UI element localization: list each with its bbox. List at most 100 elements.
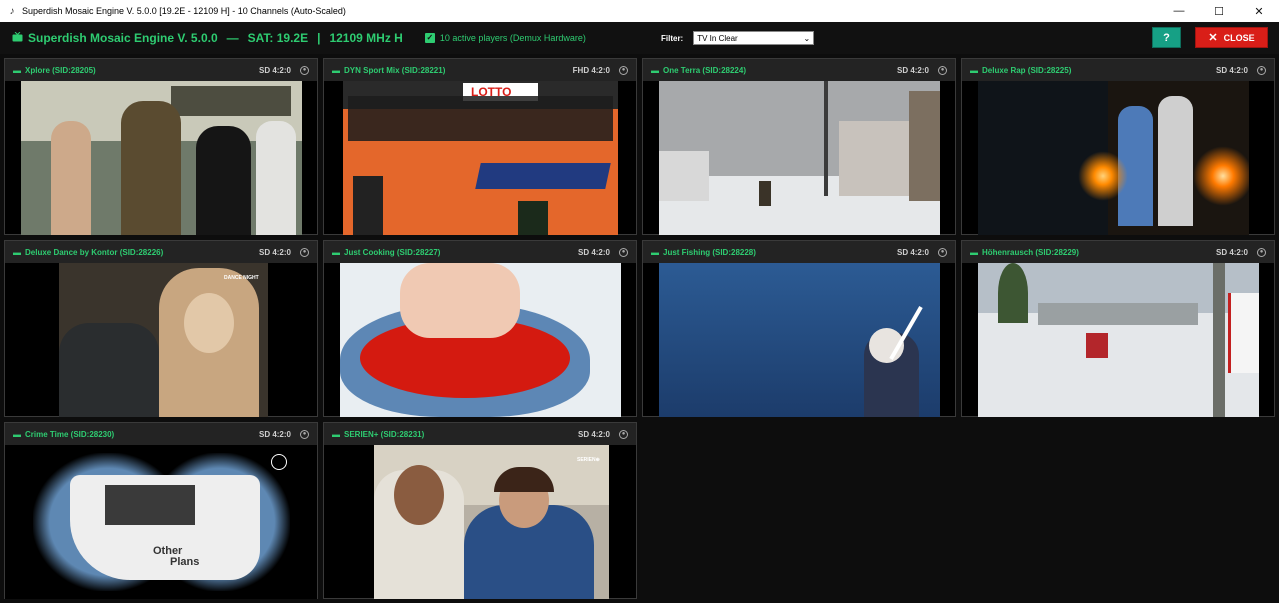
tile-header: ▬ Just Fishing (SID:28228) SD 4:2:0 ● [643, 241, 955, 263]
record-icon[interactable]: ● [1257, 247, 1266, 257]
app-header: Superdish Mosaic Engine V. 5.0.0 — SAT: … [0, 22, 1279, 54]
tile-header: ▬ Deluxe Dance by Kontor (SID:28226) SD … [5, 241, 317, 263]
video-preview [978, 81, 1249, 235]
help-button[interactable]: ? [1152, 27, 1181, 48]
channel-name: Deluxe Rap (SID:28225) [982, 65, 1072, 75]
video-preview: LOTTO [343, 81, 618, 235]
frequency-label: 12109 MHz H [329, 31, 403, 45]
channel-name: SERIEN+ (SID:28231) [344, 429, 425, 439]
tv-icon: ▬ [970, 247, 978, 257]
channel-tile[interactable]: ▬ Crime Time (SID:28230) SD 4:2:0 ● Othe… [4, 422, 318, 599]
tv-icon: ▬ [332, 247, 340, 257]
tile-header: ▬ DYN Sport Mix (SID:28221) FHD 4:2:0 ● [324, 59, 636, 81]
video-preview [340, 263, 621, 417]
satellite-label: SAT: 19.2E [247, 31, 309, 45]
filter-label: Filter: [661, 33, 684, 43]
tile-header: ▬ Xplore (SID:28205) SD 4:2:0 ● [5, 59, 317, 81]
video-preview [659, 81, 940, 235]
channel-name: DYN Sport Mix (SID:28221) [344, 65, 446, 75]
tile-header: ▬ Crime Time (SID:28230) SD 4:2:0 ● [5, 423, 317, 445]
tv-icon [12, 31, 23, 45]
maximize-button[interactable]: ☐ [1199, 0, 1239, 22]
filter-value: TV In Clear [697, 33, 738, 43]
channel-tile[interactable]: ▬ One Terra (SID:28224) SD 4:2:0 ● [642, 58, 956, 235]
minimize-button[interactable]: — [1159, 0, 1199, 22]
video-format: SD 4:2:0 [1215, 65, 1248, 75]
app-icon: ♪ [9, 5, 15, 17]
tile-header: ▬ Deluxe Rap (SID:28225) SD 4:2:0 ● [962, 59, 1274, 81]
channel-tile[interactable]: ▬ Just Fishing (SID:28228) SD 4:2:0 ● [642, 240, 956, 417]
channel-tile[interactable]: ▬ Höhenrausch (SID:28229) SD 4:2:0 ● [961, 240, 1275, 417]
record-icon[interactable]: ● [619, 429, 628, 439]
channel-name: Crime Time (SID:28230) [25, 429, 115, 439]
record-icon[interactable]: ● [938, 247, 947, 257]
record-icon[interactable]: ● [300, 65, 309, 75]
app-title: Superdish Mosaic Engine V. 5.0.0 — SAT: … [12, 31, 403, 45]
filter-select[interactable]: TV In Clear ⌄ [693, 31, 815, 45]
video-preview: DANCE NIGHT [59, 263, 268, 417]
channel-logo: DANCE NIGHT [224, 275, 259, 281]
video-preview: Other Plans [5, 445, 317, 599]
channel-name: Deluxe Dance by Kontor (SID:28226) [25, 247, 164, 257]
app-name: Superdish Mosaic Engine V. 5.0.0 [28, 31, 218, 45]
video-format: SD 4:2:0 [577, 247, 610, 257]
channel-tile[interactable]: ▬ Xplore (SID:28205) SD 4:2:0 ● [4, 58, 318, 235]
video-format: SD 4:2:0 [258, 247, 291, 257]
record-icon[interactable]: ● [938, 65, 947, 75]
channel-tile[interactable]: ▬ SERIEN+ (SID:28231) SD 4:2:0 ● SERIEN⊕ [323, 422, 637, 599]
channel-name: One Terra (SID:28224) [663, 65, 746, 75]
video-preview [659, 263, 940, 417]
tile-header: ▬ Just Cooking (SID:28227) SD 4:2:0 ● [324, 241, 636, 263]
tv-icon: ▬ [651, 65, 659, 75]
video-format: SD 4:2:0 [258, 65, 291, 75]
header-separator: — [226, 31, 239, 45]
header-separator: | [317, 31, 321, 45]
close-button[interactable]: ✕ CLOSE [1195, 27, 1268, 48]
chevron-down-icon: ⌄ [803, 33, 811, 43]
help-label: ? [1163, 31, 1170, 44]
record-icon[interactable]: ● [300, 247, 309, 257]
tv-icon: ▬ [332, 429, 340, 439]
active-players-toggle[interactable]: ✓ 10 active players (Demux Hardware) [424, 33, 586, 43]
boat-name-line2: Plans [170, 556, 200, 568]
channel-name: Höhenrausch (SID:28229) [982, 247, 1079, 257]
channel-name: Just Fishing (SID:28228) [663, 247, 756, 257]
checkbox-checked-icon[interactable]: ✓ [424, 33, 435, 43]
close-label: CLOSE [1223, 32, 1255, 43]
filter-group: Filter: TV In Clear ⌄ [661, 31, 815, 45]
video-format: SD 4:2:0 [896, 65, 929, 75]
video-format: SD 4:2:0 [577, 429, 610, 439]
tv-icon: ▬ [13, 247, 21, 257]
tv-icon: ▬ [13, 429, 21, 439]
video-preview: SERIEN⊕ [374, 445, 609, 599]
video-format: SD 4:2:0 [258, 429, 291, 439]
channel-name: Just Cooking (SID:28227) [344, 247, 441, 257]
channel-logo: SERIEN⊕ [577, 457, 600, 463]
video-format: SD 4:2:0 [896, 247, 929, 257]
window-title: Superdish Mosaic Engine V. 5.0.0 [19.2E … [22, 6, 346, 16]
channel-name: Xplore (SID:28205) [25, 65, 96, 75]
channel-tile[interactable]: ▬ DYN Sport Mix (SID:28221) FHD 4:2:0 ● … [323, 58, 637, 235]
video-preview [978, 263, 1259, 417]
tile-header: ▬ One Terra (SID:28224) SD 4:2:0 ● [643, 59, 955, 81]
tv-icon: ▬ [651, 247, 659, 257]
video-format: FHD 4:2:0 [572, 65, 610, 75]
channel-tile[interactable]: ▬ Deluxe Rap (SID:28225) SD 4:2:0 ● [961, 58, 1275, 235]
tv-icon: ▬ [970, 65, 978, 75]
active-players-label: 10 active players (Demux Hardware) [439, 33, 586, 43]
record-icon[interactable]: ● [300, 429, 309, 439]
record-icon[interactable]: ● [619, 247, 628, 257]
tile-header: ▬ Höhenrausch (SID:28229) SD 4:2:0 ● [962, 241, 1274, 263]
channel-tile[interactable]: ▬ Just Cooking (SID:28227) SD 4:2:0 ● [323, 240, 637, 417]
window-titlebar: ♪ Superdish Mosaic Engine V. 5.0.0 [19.2… [0, 0, 1279, 22]
tile-header: ▬ SERIEN+ (SID:28231) SD 4:2:0 ● [324, 423, 636, 445]
close-icon: ✕ [1208, 32, 1218, 44]
tv-icon: ▬ [332, 65, 340, 75]
window-close-button[interactable]: ✕ [1239, 0, 1279, 22]
video-format: SD 4:2:0 [1215, 247, 1248, 257]
record-icon[interactable]: ● [1257, 65, 1266, 75]
tv-icon: ▬ [13, 65, 21, 75]
record-icon[interactable]: ● [619, 65, 628, 75]
channel-tile[interactable]: ▬ Deluxe Dance by Kontor (SID:28226) SD … [4, 240, 318, 417]
video-preview [21, 81, 302, 235]
